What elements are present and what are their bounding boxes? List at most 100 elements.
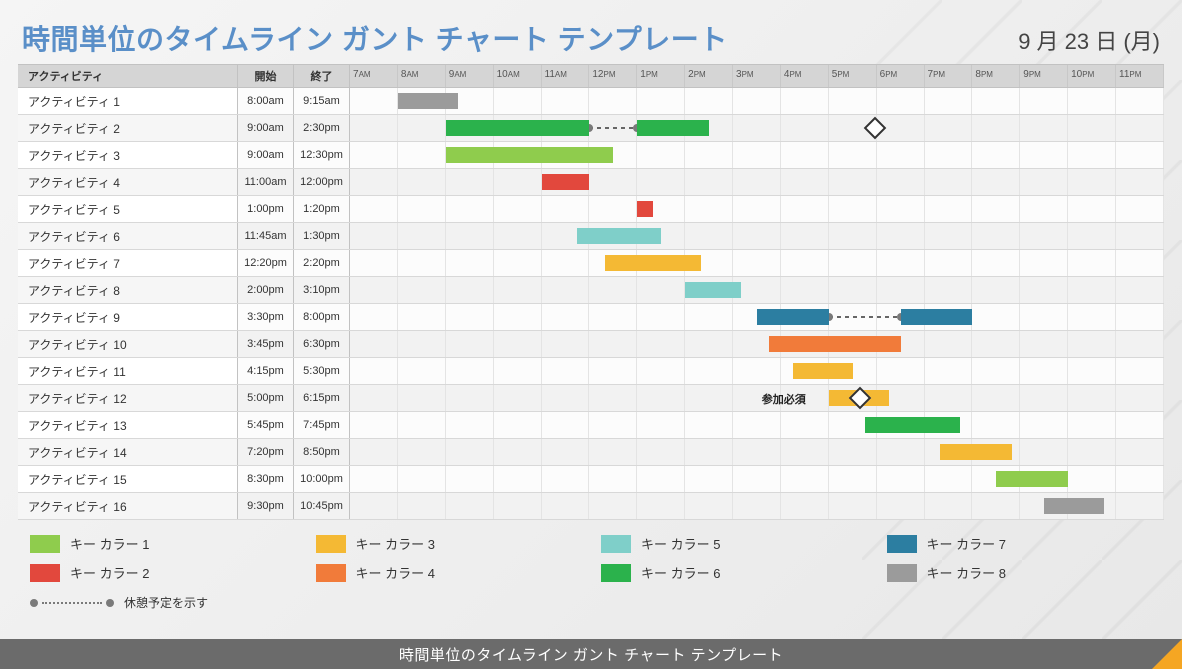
gantt-bar[interactable] (996, 471, 1068, 487)
activity-name: アクティビティ 5 (18, 196, 238, 222)
hour-column-header: 10PM (1068, 65, 1116, 87)
hour-column-header: 11AM (542, 65, 590, 87)
hour-column-header: 10AM (494, 65, 542, 87)
gantt-bar[interactable] (901, 309, 973, 325)
hour-column-header: 2PM (685, 65, 733, 87)
end-time: 10:00pm (294, 466, 350, 492)
page-date: 9 月 23 日 (月) (1018, 24, 1160, 56)
header: 時間単位のタイムライン ガント チャート テンプレート 9 月 23 日 (月) (18, 18, 1164, 64)
legend-swatch (30, 535, 60, 553)
col-header-activity: アクティビティ (18, 65, 238, 87)
table-row: アクティビティ 51:00pm1:20pm (18, 196, 1164, 223)
legend-label: キー カラー 2 (70, 563, 149, 582)
hour-column-header: 9AM (446, 65, 494, 87)
end-time: 1:30pm (294, 223, 350, 249)
gantt-bar[interactable] (446, 120, 590, 136)
table-row: アクティビティ 147:20pm8:50pm (18, 439, 1164, 466)
activity-name: アクティビティ 3 (18, 142, 238, 168)
start-time: 9:30pm (238, 493, 294, 519)
legend-break-label: 休憩予定を示す (124, 594, 208, 611)
legend-label: キー カラー 3 (356, 534, 435, 553)
gantt-bar[interactable] (605, 255, 701, 271)
table-row: アクティビティ 169:30pm10:45pm (18, 493, 1164, 520)
activity-name: アクティビティ 2 (18, 115, 238, 141)
gantt-bar[interactable] (865, 417, 961, 433)
legend-item: キー カラー 5 (601, 534, 867, 553)
gantt-bar[interactable] (757, 309, 829, 325)
legend-label: キー カラー 6 (641, 563, 720, 582)
end-time: 2:30pm (294, 115, 350, 141)
table-row: アクティビティ 125:00pm6:15pm参加必須 (18, 385, 1164, 412)
end-time: 2:20pm (294, 250, 350, 276)
activity-name: アクティビティ 6 (18, 223, 238, 249)
gantt-bar[interactable] (637, 201, 653, 217)
activity-name: アクティビティ 9 (18, 304, 238, 330)
bar-annotation: 参加必須 (762, 391, 806, 407)
gantt-bar[interactable] (542, 174, 590, 190)
hour-column-header: 6PM (877, 65, 925, 87)
start-time: 11:00am (238, 169, 294, 195)
hour-column-header: 7AM (350, 65, 398, 87)
activity-name: アクティビティ 14 (18, 439, 238, 465)
table-row: アクティビティ 135:45pm7:45pm (18, 412, 1164, 439)
hour-column-header: 5PM (829, 65, 877, 87)
start-time: 9:00am (238, 142, 294, 168)
start-time: 8:00am (238, 88, 294, 114)
end-time: 12:30pm (294, 142, 350, 168)
gantt-bar[interactable] (685, 282, 741, 298)
milestone-icon[interactable] (863, 117, 886, 140)
table-row: アクティビティ 82:00pm3:10pm (18, 277, 1164, 304)
hour-column-header: 8PM (972, 65, 1020, 87)
start-time: 8:30pm (238, 466, 294, 492)
gantt-bar[interactable] (637, 120, 709, 136)
table-header: アクティビティ 開始 終了 7AM8AM9AM10AM11AM12PM1PM2P… (18, 64, 1164, 88)
legend-item: キー カラー 7 (887, 534, 1153, 553)
table-row: アクティビティ 29:00am2:30pm (18, 115, 1164, 142)
gantt-bar[interactable] (577, 228, 661, 244)
gantt-bar[interactable] (446, 147, 614, 163)
gantt-chart: アクティビティ 開始 終了 7AM8AM9AM10AM11AM12PM1PM2P… (18, 64, 1164, 520)
legend-swatch (30, 564, 60, 582)
start-time: 2:00pm (238, 277, 294, 303)
gantt-bar[interactable] (1044, 498, 1104, 514)
start-time: 4:15pm (238, 358, 294, 384)
page-title: 時間単位のタイムライン ガント チャート テンプレート (22, 18, 728, 58)
activity-name: アクティビティ 16 (18, 493, 238, 519)
legend-swatch (601, 535, 631, 553)
hour-column-header: 9PM (1020, 65, 1068, 87)
legend-label: キー カラー 7 (927, 534, 1006, 553)
start-time: 12:20pm (238, 250, 294, 276)
end-time: 1:20pm (294, 196, 350, 222)
col-header-start: 開始 (238, 65, 294, 87)
start-time: 5:00pm (238, 385, 294, 411)
hour-column-header: 8AM (398, 65, 446, 87)
break-indicator (589, 127, 637, 129)
legend-item: キー カラー 1 (30, 534, 296, 553)
end-time: 6:15pm (294, 385, 350, 411)
start-time: 5:45pm (238, 412, 294, 438)
break-dot-icon (106, 599, 114, 607)
legend-swatch (316, 535, 346, 553)
start-time: 7:20pm (238, 439, 294, 465)
table-row: アクティビティ 158:30pm10:00pm (18, 466, 1164, 493)
gantt-bar[interactable] (940, 444, 1012, 460)
hour-column-header: 1PM (637, 65, 685, 87)
table-row: アクティビティ 712:20pm2:20pm (18, 250, 1164, 277)
gantt-bar[interactable] (793, 363, 853, 379)
legend-swatch (887, 535, 917, 553)
activity-name: アクティビティ 1 (18, 88, 238, 114)
start-time: 3:45pm (238, 331, 294, 357)
end-time: 8:00pm (294, 304, 350, 330)
legend-swatch (887, 564, 917, 582)
end-time: 8:50pm (294, 439, 350, 465)
gantt-bar[interactable] (398, 93, 458, 109)
break-indicator (829, 316, 901, 318)
gantt-bar[interactable] (769, 336, 901, 352)
activity-name: アクティビティ 4 (18, 169, 238, 195)
legend-swatch (316, 564, 346, 582)
end-time: 9:15am (294, 88, 350, 114)
footer-title: 時間単位のタイムライン ガント チャート テンプレート (399, 644, 783, 665)
activity-name: アクティビティ 8 (18, 277, 238, 303)
legend-item: キー カラー 8 (887, 563, 1153, 582)
table-row: アクティビティ 411:00am12:00pm (18, 169, 1164, 196)
